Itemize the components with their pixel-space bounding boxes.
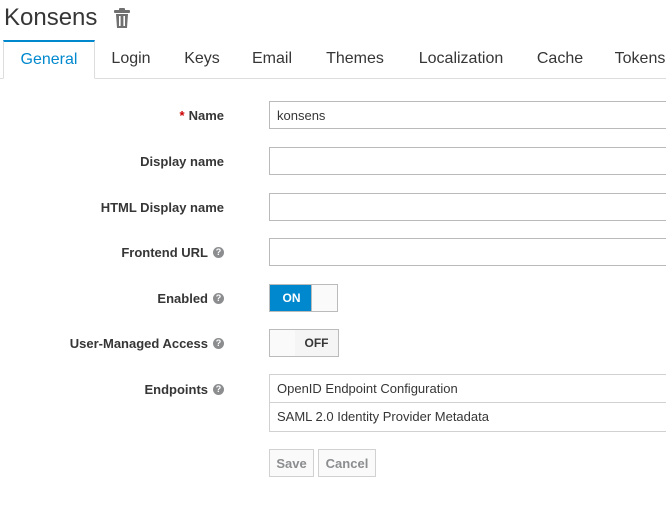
html-display-name-label: HTML Display name [101,199,224,215]
name-input[interactable] [269,101,666,129]
question-circle-icon[interactable]: ? [213,246,224,258]
switch-handle [311,285,337,311]
user-managed-access-switch[interactable]: OFF [269,329,339,357]
enabled-label: Enabled ? [157,290,224,306]
tab-tokens[interactable]: Tokens [610,40,666,78]
html-display-name-label-text: HTML Display name [100,199,224,215]
tab-email[interactable]: Email [246,40,298,78]
user-managed-access-label-text: User-Managed Access [69,335,208,351]
tab-keys[interactable]: Keys [179,40,225,78]
frontend-url-input[interactable] [269,238,666,266]
tab-localization[interactable]: Localization [412,40,510,78]
tab-cache[interactable]: Cache [532,40,588,78]
question-circle-icon[interactable]: ? [213,292,224,304]
realm-header: Konsens [4,2,132,34]
user-managed-access-switch-state: OFF [295,330,338,356]
display-name-input[interactable] [269,147,666,175]
endpoints-list: OpenID Endpoint Configuration SAML 2.0 I… [269,374,666,432]
question-circle-icon[interactable]: ? [213,337,224,349]
enabled-switch[interactable]: ON [269,284,338,312]
question-circle-icon[interactable]: ? [213,383,224,395]
frontend-url-label: Frontend URL ? [121,244,224,260]
enabled-switch-state: ON [270,285,313,311]
html-display-name-input[interactable] [269,193,666,221]
realm-title: Konsens [4,4,98,31]
tab-login[interactable]: Login [104,40,158,78]
tab-general[interactable]: General [3,40,95,79]
save-button[interactable]: Save [269,449,314,477]
openid-endpoint-link[interactable]: OpenID Endpoint Configuration [269,374,666,403]
enabled-label-text: Enabled [157,290,208,306]
saml-metadata-link[interactable]: SAML 2.0 Identity Provider Metadata [269,403,666,432]
tab-themes[interactable]: Themes [320,40,390,78]
required-asterisk: * [179,107,185,123]
display-name-label-text: Display name [140,153,224,169]
endpoints-label-text: Endpoints [144,381,208,397]
trash-icon[interactable] [112,7,132,29]
display-name-label: Display name [140,153,224,169]
cancel-button[interactable]: Cancel [318,449,376,477]
user-managed-access-label: User-Managed Access ? [70,335,224,351]
frontend-url-label-text: Frontend URL [121,244,208,260]
name-label-text: Name [188,107,224,123]
realm-settings-tabs: General Login Keys Email Themes Localiza… [0,40,666,79]
name-label: * Name [180,107,224,123]
switch-handle [270,330,296,356]
endpoints-label: Endpoints ? [144,381,224,397]
